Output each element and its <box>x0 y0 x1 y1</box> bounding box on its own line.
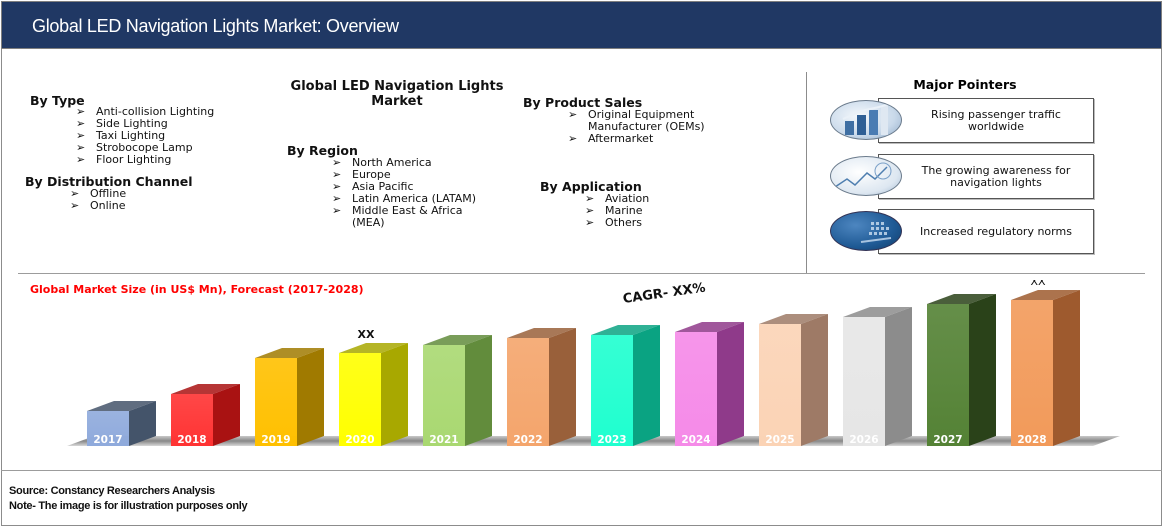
segments-title-line1: Global LED Navigation Lights <box>290 79 504 94</box>
bar-2019: 2019 <box>255 348 324 446</box>
pointer-item: Rising passenger traffic worldwide <box>830 98 1094 143</box>
by-application-list: ➢ Aviation ➢ Marine ➢ Others <box>585 193 649 229</box>
bar-2018: 2018 <box>171 384 240 446</box>
bar-chart: 2017 2018 2019 2020 2021 2022 2023 2024 2025 2026… <box>67 280 1120 446</box>
bar-side <box>381 343 408 446</box>
bar-front <box>927 304 969 446</box>
line-chart-icon <box>830 156 902 196</box>
bar-front <box>423 345 465 446</box>
pointer-item: The growing awareness for navigation lig… <box>830 154 1094 199</box>
arrow-bullet-icon: ➢ <box>70 199 80 212</box>
list-item: ➢ Online <box>70 199 126 212</box>
bar-2024: 2024 <box>675 322 744 446</box>
bar-front <box>759 324 801 446</box>
bar-2017: 2017 <box>87 401 156 446</box>
bar-side <box>1053 290 1080 446</box>
source-text: Source: Constancy Researchers Analysis <box>9 485 215 497</box>
bar-2025: 2025 <box>759 314 828 446</box>
bar-2020: 2020 <box>339 343 408 446</box>
pointer-box: Increased regulatory norms <box>878 209 1094 254</box>
header-bar: Global LED Navigation Lights Market: Ove… <box>1 1 1162 49</box>
bar-2028: 2028 <box>1011 290 1080 446</box>
bar-2026: 2026 <box>843 307 912 446</box>
vertical-divider <box>806 72 807 273</box>
bar-label-2017: 2017 <box>93 434 122 446</box>
arrow-bullet-icon: ➢ <box>568 132 578 145</box>
bar-side <box>465 335 492 446</box>
bar-2023: 2023 <box>591 325 660 446</box>
data-label-2020: XX <box>358 328 375 341</box>
bar-front <box>1011 300 1053 446</box>
bar-2022: 2022 <box>507 328 576 446</box>
section-divider <box>18 273 1145 274</box>
bar-front <box>843 317 885 446</box>
bar-label-2024: 2024 <box>681 434 710 446</box>
by-distribution-list: ➢ Offline ➢ Online <box>70 188 126 212</box>
footer: Source: Constancy Researchers Analysis N… <box>9 484 248 514</box>
note-text: Note- The image is for illustration purp… <box>9 500 248 512</box>
pointer-box: The growing awareness for navigation lig… <box>878 154 1094 199</box>
bar-label-2021: 2021 <box>429 434 458 446</box>
bar-label-2028: 2028 <box>1017 434 1046 446</box>
list-item: ➢ Floor Lighting <box>76 153 172 166</box>
arrow-bullet-icon: ➢ <box>76 153 86 166</box>
segments-title-line2: Market <box>371 94 423 109</box>
pointer-item: Increased regulatory norms <box>830 209 1094 254</box>
bar-side <box>633 325 660 446</box>
pointer-text: The growing awareness for navigation lig… <box>921 163 1071 189</box>
by-region-list: ➢ North America ➢ Europe ➢ Asia Pacific ➢ La… <box>332 157 476 229</box>
keyboard-icon <box>830 211 902 251</box>
footer-divider <box>1 470 1162 471</box>
pointer-text: Increased regulatory norms <box>920 224 1072 238</box>
bar-label-2022: 2022 <box>513 434 542 446</box>
arrow-bullet-icon: ➢ <box>585 216 595 229</box>
bar-2027: 2027 <box>927 294 996 446</box>
bar-side <box>885 307 912 446</box>
bar-label-2025: 2025 <box>765 434 794 446</box>
list-item: ➢ Others <box>585 216 642 229</box>
bar-chart-icon <box>830 100 902 140</box>
bar-side <box>717 322 744 446</box>
bar-front <box>255 358 297 446</box>
bar-side <box>297 348 324 446</box>
by-product-sales-list: ➢ Original Equipment Manufacturer (OEMs) … <box>568 109 705 145</box>
by-type-list: ➢ Anti-collision Lighting ➢ Side Lighting … <box>76 106 214 166</box>
bar-label-2023: 2023 <box>597 434 626 446</box>
bar-front <box>591 335 633 446</box>
pointer-text: Rising passenger traffic worldwide <box>931 107 1061 133</box>
list-item: (MEA) <box>352 216 385 229</box>
major-pointers-title: Major Pointers <box>913 77 1017 92</box>
data-label-2028: XX <box>1030 280 1046 288</box>
bar-label-2018: 2018 <box>177 434 206 446</box>
bar-front <box>339 353 381 446</box>
bar-label-2019: 2019 <box>261 434 290 446</box>
bar-front <box>675 332 717 446</box>
bar-side <box>801 314 828 446</box>
arrow-bullet-icon: ➢ <box>568 108 578 121</box>
bar-label-2027: 2027 <box>933 434 962 446</box>
arrow-bullet-icon: ➢ <box>332 204 342 217</box>
bar-side <box>969 294 996 446</box>
bar-front <box>507 338 549 446</box>
segments-title: Global LED Navigation Lights Market <box>262 79 532 109</box>
by-region-heading: By Region <box>287 143 358 158</box>
bar-side <box>549 328 576 446</box>
bar-label-2020: 2020 <box>345 434 374 446</box>
bar-label-2026: 2026 <box>849 434 878 446</box>
page-title: Global LED Navigation Lights Market: Ove… <box>32 16 399 36</box>
list-item: ➢ Aftermarket <box>568 132 654 145</box>
bar-2021: 2021 <box>423 335 492 446</box>
pointer-box: Rising passenger traffic worldwide <box>878 98 1094 143</box>
bar-side <box>213 384 240 446</box>
